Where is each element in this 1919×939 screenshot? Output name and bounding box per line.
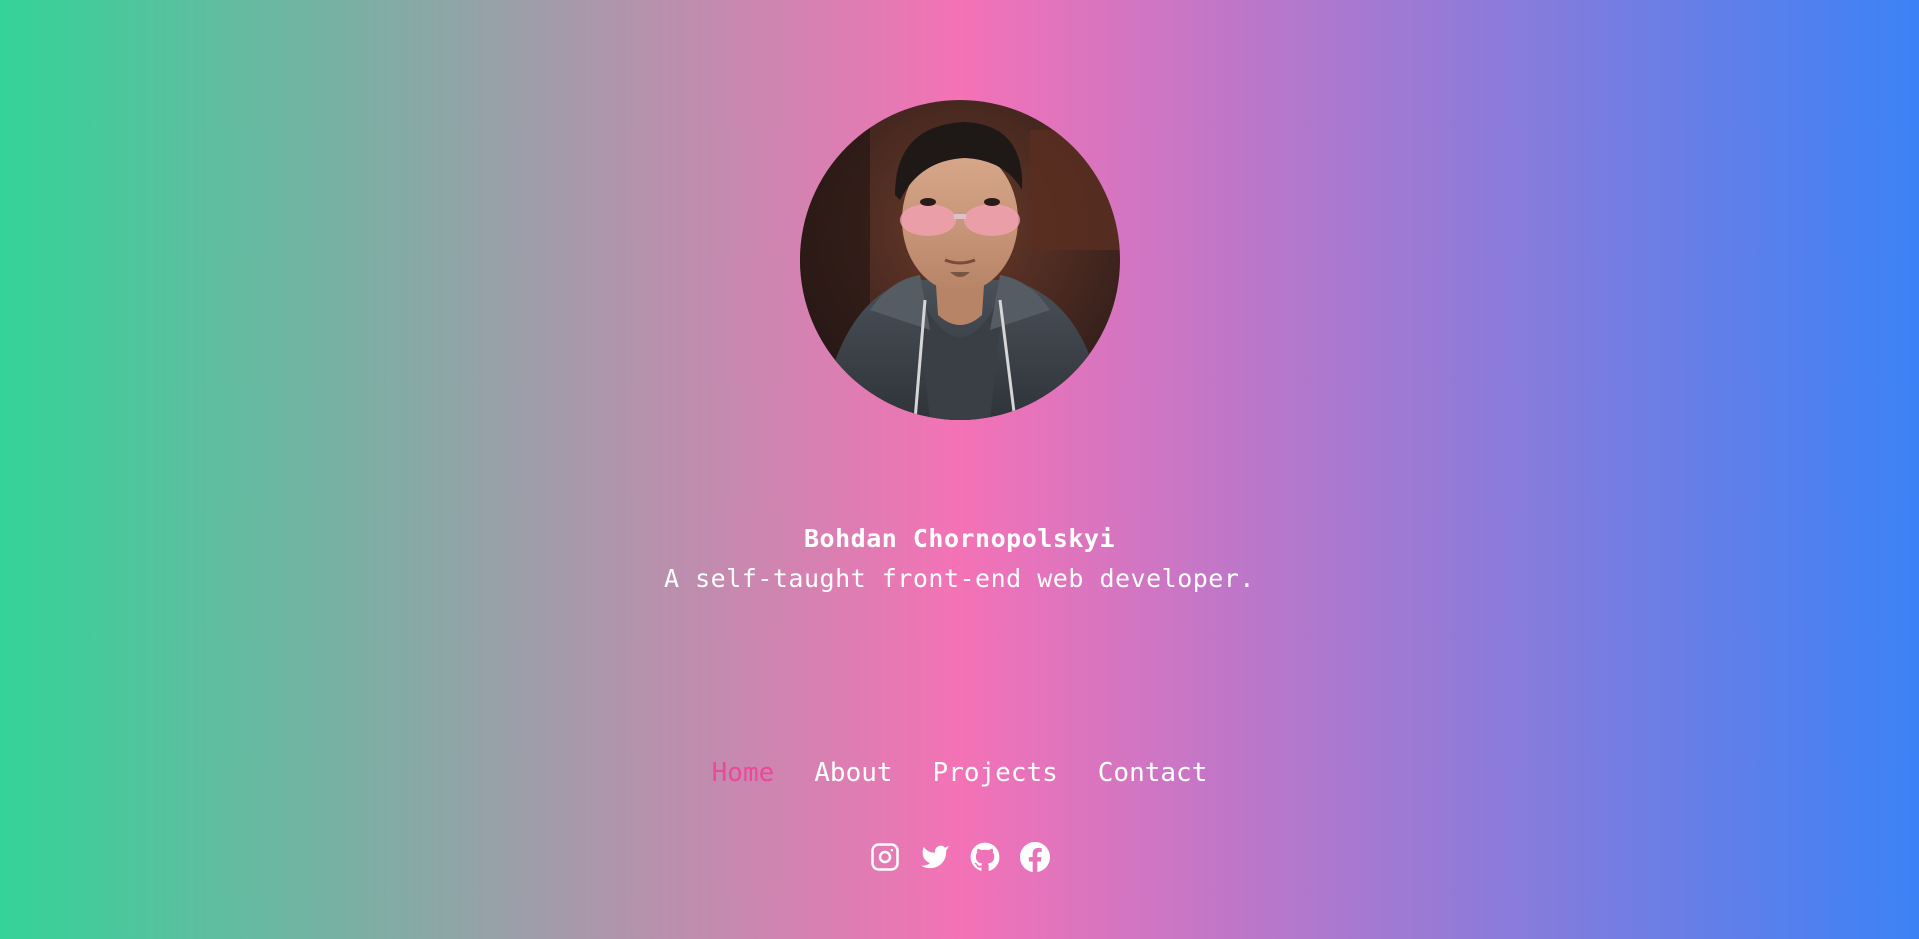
profile-photo-icon [800,100,1120,420]
profile-tagline: A self-taught front-end web developer. [664,564,1255,593]
nav-item-about[interactable]: About [814,756,892,790]
nav-item-projects[interactable]: Projects [933,756,1058,790]
nav-item-contact[interactable]: Contact [1098,756,1208,790]
page-background: Bohdan Chornopolskyi A self-taught front… [0,0,1919,939]
nav-item-home[interactable]: Home [712,756,775,790]
avatar [800,100,1120,420]
github-icon[interactable] [970,842,1000,872]
facebook-icon[interactable] [1019,842,1050,872]
instagram-icon[interactable] [870,842,900,872]
social-links [0,842,1919,872]
main-nav: Home About Projects Contact [0,756,1919,790]
twitter-icon[interactable] [920,842,950,872]
profile-name: Bohdan Chornopolskyi [803,524,1116,553]
